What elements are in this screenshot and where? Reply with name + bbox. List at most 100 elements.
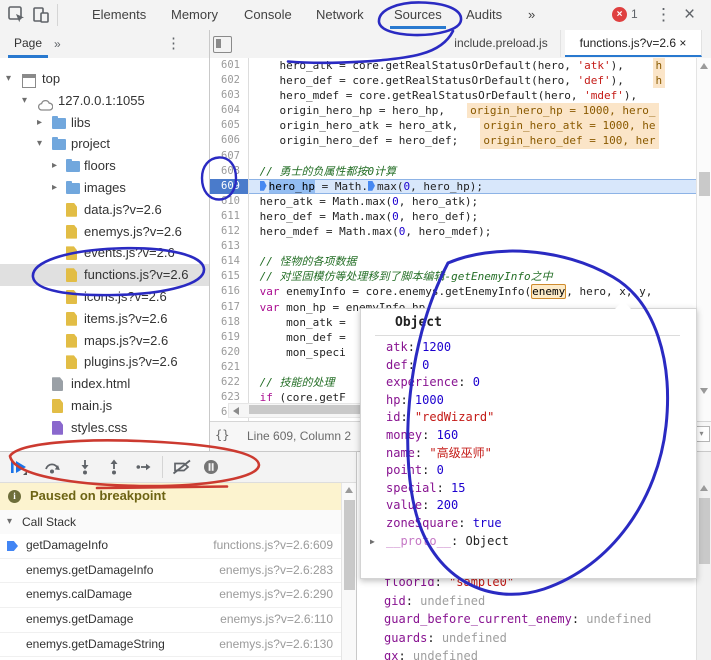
error-count[interactable]: 1 [631, 7, 638, 21]
code-line-614[interactable]: // 怪物的各项数据 [249, 254, 696, 269]
line-number[interactable]: 612 [210, 224, 248, 239]
resume-button[interactable] [10, 459, 29, 475]
line-number[interactable]: 622 [210, 375, 248, 390]
object-property[interactable]: zoneSquare: true [361, 515, 691, 533]
editor-tab-iconsjsv26[interactable]: icons.js?v=2.6 [702, 30, 711, 57]
code-line-607[interactable] [249, 149, 696, 164]
chevron-down-icon[interactable]: ▾ [22, 90, 27, 112]
step-over-button[interactable] [44, 459, 60, 475]
navigator-tab-page[interactable]: Page [8, 30, 48, 58]
deactivate-breakpoints-button[interactable] [172, 459, 192, 475]
object-property[interactable]: ▶__proto__: Object [361, 533, 691, 551]
error-badge-icon[interactable]: × [612, 7, 627, 22]
call-stack-header[interactable]: ▾ Call Stack [0, 510, 341, 535]
tree-item-mapsjsv26[interactable]: maps.js?v=2.6 [0, 330, 209, 352]
code-line-601[interactable]: hero_atk = core.getRealStatusOrDefault(h… [249, 58, 696, 73]
line-number[interactable]: 618 [210, 315, 248, 330]
code-line-609[interactable]: hero_hp = Math.max(0, hero_hp); [249, 179, 696, 194]
line-number[interactable]: 616 [210, 284, 248, 299]
scope-variable[interactable]: gid: undefined [357, 592, 696, 611]
main-tab-audits[interactable]: Audits [462, 0, 506, 29]
code-line-610[interactable]: hero_atk = Math.max(0, hero_atk); [249, 194, 696, 209]
tree-item-pluginsjsv26[interactable]: plugins.js?v=2.6 [0, 351, 209, 373]
tree-item-floors[interactable]: ▸floors [0, 155, 209, 177]
navigator-menu-icon[interactable]: ⋮ [166, 32, 181, 56]
line-number[interactable]: 621 [210, 360, 248, 375]
tree-item-functionsjsv26[interactable]: functions.js?v=2.6 [0, 264, 209, 286]
tree-item-images[interactable]: ▸images [0, 177, 209, 199]
step-out-button[interactable] [106, 459, 122, 475]
inline-breakpoint-icon[interactable] [368, 181, 375, 191]
scroll-up-icon[interactable] [700, 63, 708, 69]
object-property[interactable]: name: "高级巫师" [361, 445, 691, 463]
code-line-605[interactable]: origin_hero_atk = hero_atk,origin_hero_a… [249, 118, 696, 133]
code-line-608[interactable]: // 勇士的负属性都按0计算 [249, 164, 696, 179]
close-devtools-icon[interactable]: × [684, 3, 695, 27]
code-line-613[interactable] [249, 239, 696, 254]
line-number[interactable]: 606 [210, 133, 248, 148]
line-number[interactable]: 611 [210, 209, 248, 224]
object-property[interactable]: point: 0 [361, 462, 691, 480]
tree-item-eventsjsv26[interactable]: events.js?v=2.6 [0, 242, 209, 264]
editor-tab-includepreloadjs[interactable]: include.preload.js [442, 30, 561, 57]
code-line-603[interactable]: hero_mdef = core.getRealStatusOrDefault(… [249, 88, 696, 103]
call-stack-frame[interactable]: enemys.getDamageInfoenemys.js?v=2.6:283 [0, 559, 341, 584]
object-property[interactable]: money: 160 [361, 427, 691, 445]
chevron-right-icon[interactable]: ▸ [52, 155, 57, 177]
code-line-612[interactable]: hero_mdef = Math.max(0, hero_mdef); [249, 224, 696, 239]
chevron-right-icon[interactable]: ▶ [370, 533, 375, 551]
scope-scroll-thumb[interactable] [699, 498, 710, 564]
line-number[interactable]: 605 [210, 118, 248, 133]
tree-item-1270011055[interactable]: ▾127.0.0.1:1055 [0, 90, 209, 112]
code-line-602[interactable]: hero_def = core.getRealStatusOrDefault(h… [249, 73, 696, 88]
inline-breakpoint-icon[interactable] [260, 181, 267, 191]
code-line-604[interactable]: origin_hero_hp = hero_hp,origin_hero_hp … [249, 103, 696, 118]
line-number[interactable]: 604 [210, 103, 248, 118]
chevron-down-icon[interactable]: ▾ [37, 133, 42, 155]
call-stack-frame[interactable]: enemys.getDamageStringenemys.js?v=2.6:13… [0, 633, 341, 658]
line-number[interactable]: 620 [210, 345, 248, 360]
main-tab-sources[interactable]: Sources [390, 0, 446, 29]
tree-item-datajsv26[interactable]: data.js?v=2.6 [0, 199, 209, 221]
line-number[interactable]: 617 [210, 300, 248, 315]
main-tab-elements[interactable]: Elements [88, 0, 150, 29]
line-number[interactable]: 614 [210, 254, 248, 269]
tree-item-enemysjsv26[interactable]: enemys.js?v=2.6 [0, 221, 209, 243]
scope-scrollbar[interactable] [696, 452, 711, 660]
chevron-right-icon[interactable]: ▸ [52, 177, 57, 199]
object-property[interactable]: experience: 0 [361, 374, 691, 392]
scope-variable[interactable]: guards: undefined [357, 629, 696, 648]
object-property[interactable]: hp: 1000 [361, 392, 691, 410]
tree-item-project[interactable]: ▾project [0, 133, 209, 155]
line-number[interactable]: 609 [210, 179, 248, 194]
line-number[interactable]: 607 [210, 149, 248, 164]
pause-on-exceptions-button[interactable] [203, 459, 219, 475]
editor-tab-functionsjsv26[interactable]: functions.js?v=2.6 × [565, 30, 702, 57]
code-line-615[interactable]: // 对坚固模仿等处理移到了脚本编辑-getEnemyInfo之中 [249, 269, 696, 284]
tree-item-indexhtml[interactable]: index.html [0, 373, 209, 395]
tree-item-stylescss[interactable]: styles.css [0, 417, 209, 439]
collapse-navigator-icon[interactable] [213, 36, 232, 53]
main-tab-[interactable]: » [524, 0, 539, 29]
tree-item-iconsjsv26[interactable]: icons.js?v=2.6 [0, 286, 209, 308]
tree-item-mainjs[interactable]: main.js [0, 395, 209, 417]
object-property[interactable]: atk: 1200 [361, 339, 691, 357]
chevron-right-icon[interactable]: ▸ [37, 112, 42, 134]
code-line-616[interactable]: var enemyInfo = core.enemys.getEnemyInfo… [249, 284, 696, 299]
pretty-print-icon[interactable]: {} [215, 428, 229, 442]
main-tab-network[interactable]: Network [312, 0, 368, 29]
editor-vscroll-thumb[interactable] [699, 172, 710, 196]
code-line-611[interactable]: hero_def = Math.max(0, hero_def); [249, 209, 696, 224]
main-tab-memory[interactable]: Memory [167, 0, 222, 29]
line-number[interactable]: 603 [210, 88, 248, 103]
toolbar-menu-icon[interactable]: ⋮ [655, 3, 672, 27]
scope-variable[interactable]: gx: undefined [357, 647, 696, 660]
object-property[interactable]: id: "redWizard" [361, 409, 691, 427]
line-number[interactable]: 613 [210, 239, 248, 254]
code-line-606[interactable]: origin_hero_def = hero_def;origin_hero_d… [249, 133, 696, 148]
scroll-left-icon[interactable] [233, 407, 239, 415]
line-number[interactable]: 601 [210, 58, 248, 73]
line-number[interactable]: 619 [210, 330, 248, 345]
scroll-down-icon[interactable] [700, 388, 708, 394]
object-property[interactable]: def: 0 [361, 357, 691, 375]
